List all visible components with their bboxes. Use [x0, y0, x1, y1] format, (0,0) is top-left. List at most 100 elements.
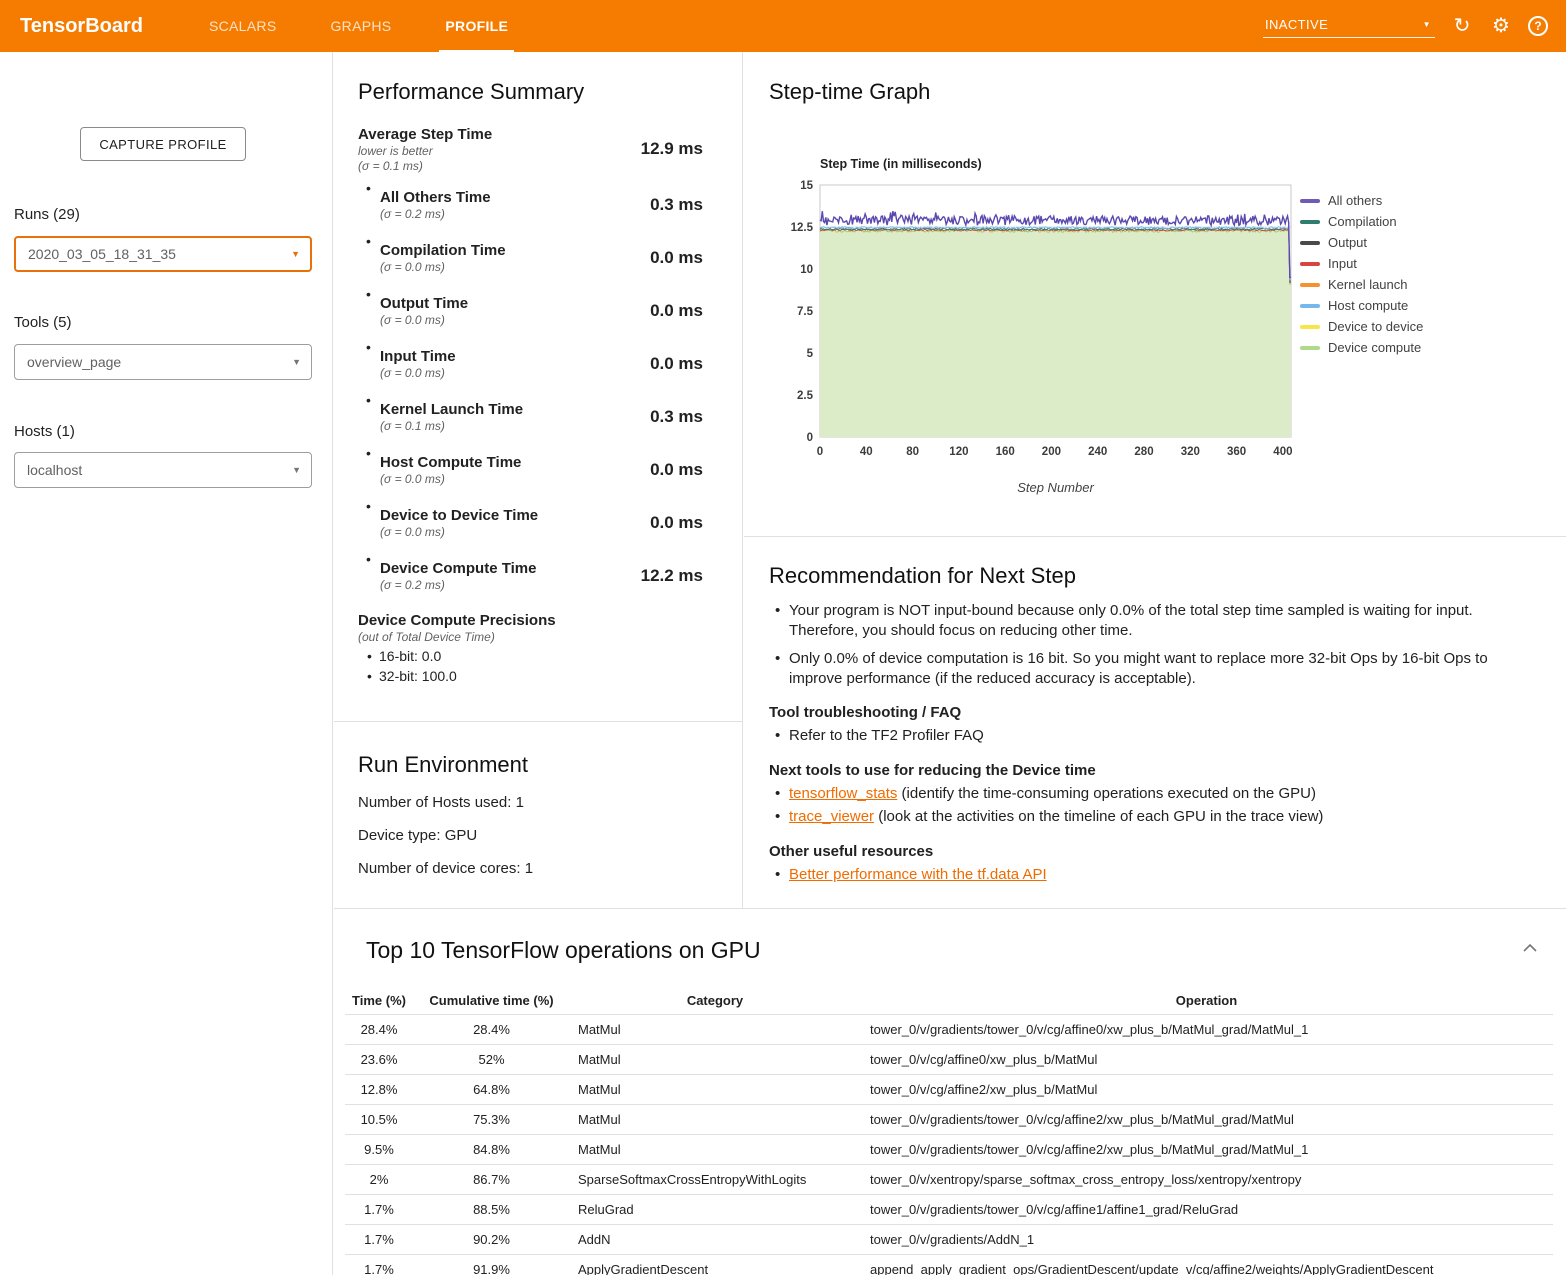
help-icon[interactable]: ? — [1528, 16, 1548, 36]
average-step-time-row: Average Step Time lower is better (σ = 0… — [358, 120, 742, 178]
refresh-icon[interactable]: ↻ — [1450, 15, 1474, 37]
legend-item[interactable]: Kernel launch — [1300, 274, 1423, 295]
tools-dropdown-value: overview_page — [27, 354, 121, 370]
run-environment-section: Run Environment Number of Hosts used: 1D… — [334, 722, 742, 908]
metric-name: Input Time — [380, 348, 650, 365]
resources-list: Better performance with the tf.data API — [769, 865, 1524, 885]
legend-label: All others — [1328, 193, 1382, 208]
table-row: 1.7% 91.9% ApplyGradientDescent append_a… — [345, 1255, 1553, 1275]
hosts-dropdown-value: localhost — [27, 462, 82, 478]
svg-text:5: 5 — [807, 348, 814, 360]
resource-link[interactable]: Better performance with the tf.data API — [789, 866, 1047, 883]
tool-link[interactable]: tensorflow_stats — [789, 785, 897, 802]
cell-time: 1.7% — [345, 1255, 413, 1275]
col-cumulative: Cumulative time (%) — [413, 987, 570, 1015]
tools-dropdown[interactable]: overview_page ▼ — [14, 344, 312, 380]
table-row: 10.5% 75.3% MatMul tower_0/v/gradients/t… — [345, 1105, 1553, 1135]
precisions-list: 16-bit: 0.032-bit: 100.0 — [358, 648, 742, 684]
legend-item[interactable]: Input — [1300, 253, 1423, 274]
tool-link[interactable]: trace_viewer — [789, 808, 874, 825]
hosts-dropdown[interactable]: localhost ▼ — [14, 452, 312, 488]
run-environment-line: Number of device cores: 1 — [358, 860, 742, 877]
table-row: 28.4% 28.4% MatMul tower_0/v/gradients/t… — [345, 1015, 1553, 1045]
run-environment-title: Run Environment — [358, 752, 742, 778]
svg-text:80: 80 — [906, 446, 919, 458]
cell-cumulative: 86.7% — [413, 1165, 570, 1195]
capture-status-dropdown[interactable]: INACTIVE ▼ — [1263, 14, 1435, 38]
table-row: 1.7% 88.5% ReluGrad tower_0/v/gradients/… — [345, 1195, 1553, 1225]
resource-item: Better performance with the tf.data API — [769, 865, 1524, 885]
metric-name: Kernel Launch Time — [380, 401, 650, 418]
svg-text:360: 360 — [1227, 446, 1246, 458]
svg-text:400: 400 — [1273, 446, 1292, 458]
chart-legend: All others Compilation Output In — [1300, 190, 1423, 358]
recommendation-bullets: Your program is NOT input-bound because … — [769, 601, 1524, 688]
metric-value: 0.3 ms — [650, 407, 703, 427]
bullet — [366, 443, 380, 461]
metric-value: 12.2 ms — [641, 566, 703, 586]
table-header-row: Time (%) Cumulative time (%) Category Op… — [345, 987, 1553, 1015]
precisions-note: (out of Total Device Time) — [358, 630, 742, 644]
legend-item[interactable]: Device to device — [1300, 316, 1423, 337]
metric-sigma: (σ = 0.0 ms) — [380, 313, 650, 327]
metric-sigma: (σ = 0.0 ms) — [380, 260, 650, 274]
cell-time: 9.5% — [345, 1135, 413, 1165]
legend-swatch — [1300, 346, 1320, 350]
legend-item[interactable]: Output — [1300, 232, 1423, 253]
metric-name: Average Step Time — [358, 126, 641, 143]
svg-text:280: 280 — [1134, 446, 1153, 458]
metric-name: Host Compute Time — [380, 454, 650, 471]
faq-heading: Tool troubleshooting / FAQ — [769, 704, 1524, 721]
cell-category: ApplyGradientDescent — [570, 1255, 860, 1275]
cell-category: MatMul — [570, 1015, 860, 1045]
step-time-chart: 02.557.51012.515040801201602002402803203… — [788, 176, 1292, 464]
faq-item: Refer to the TF2 Profiler FAQ — [769, 726, 1524, 746]
performance-metric-row: Device Compute Time (σ = 0.2 ms) 12.2 ms — [358, 549, 742, 602]
metric-name: All Others Time — [380, 189, 650, 206]
metric-value: 12.9 ms — [641, 139, 703, 159]
tool-description: (look at the activities on the timeline … — [874, 808, 1323, 825]
tab-profile[interactable]: PROFILE — [431, 0, 522, 52]
cell-operation: tower_0/v/xentropy/sparse_softmax_cross_… — [860, 1165, 1553, 1195]
metric-value: 0.0 ms — [650, 460, 703, 480]
performance-metric-row: Device to Device Time (σ = 0.0 ms) 0.0 m… — [358, 496, 742, 549]
cell-time: 23.6% — [345, 1045, 413, 1075]
chevron-down-icon: ▼ — [292, 465, 301, 475]
bullet — [366, 178, 380, 196]
next-tool-item: tensorflow_stats (identify the time-cons… — [769, 784, 1524, 804]
legend-item[interactable]: Host compute — [1300, 295, 1423, 316]
metric-sigma: (σ = 0.2 ms) — [380, 578, 641, 592]
faq-list: Refer to the TF2 Profiler FAQ — [769, 726, 1524, 746]
cell-cumulative: 52% — [413, 1045, 570, 1075]
precisions-title: Device Compute Precisions — [358, 612, 742, 629]
bullet — [366, 337, 380, 355]
performance-metric-list: All Others Time (σ = 0.2 ms) 0.3 ms Comp… — [358, 178, 742, 602]
col-category: Category — [570, 987, 860, 1015]
metric-sigma: (σ = 0.2 ms) — [380, 207, 650, 221]
cell-operation: tower_0/v/gradients/tower_0/v/cg/affine2… — [860, 1135, 1553, 1165]
cell-cumulative: 88.5% — [413, 1195, 570, 1225]
collapse-chevron-icon[interactable] — [1522, 943, 1538, 953]
svg-text:2.5: 2.5 — [797, 390, 814, 402]
legend-item[interactable]: Compilation — [1300, 211, 1423, 232]
legend-item[interactable]: All others — [1300, 190, 1423, 211]
metric-name: Device to Device Time — [380, 507, 650, 524]
tab-graphs[interactable]: GRAPHS — [316, 0, 405, 52]
gear-icon[interactable]: ⚙ — [1489, 15, 1513, 37]
runs-dropdown[interactable]: 2020_03_05_18_31_35 ▼ — [14, 236, 312, 272]
capture-profile-button[interactable]: CAPTURE PROFILE — [80, 127, 246, 161]
legend-item[interactable]: Device compute — [1300, 337, 1423, 358]
cell-category: MatMul — [570, 1135, 860, 1165]
performance-metric-row: Output Time (σ = 0.0 ms) 0.0 ms — [358, 284, 742, 337]
legend-swatch — [1300, 283, 1320, 287]
bullet — [366, 496, 380, 514]
step-time-graph-title: Step-time Graph — [769, 79, 1566, 105]
cell-category: SparseSoftmaxCrossEntropyWithLogits — [570, 1165, 860, 1195]
nav-tabs: SCALARS GRAPHS PROFILE — [182, 0, 535, 52]
svg-text:10: 10 — [800, 264, 813, 276]
svg-text:240: 240 — [1088, 446, 1107, 458]
tab-scalars[interactable]: SCALARS — [195, 0, 290, 52]
sidebar: CAPTURE PROFILE Runs (29) 2020_03_05_18_… — [0, 52, 333, 1275]
performance-metric-row: Compilation Time (σ = 0.0 ms) 0.0 ms — [358, 231, 742, 284]
metric-sigma: (σ = 0.1 ms) — [358, 159, 641, 173]
